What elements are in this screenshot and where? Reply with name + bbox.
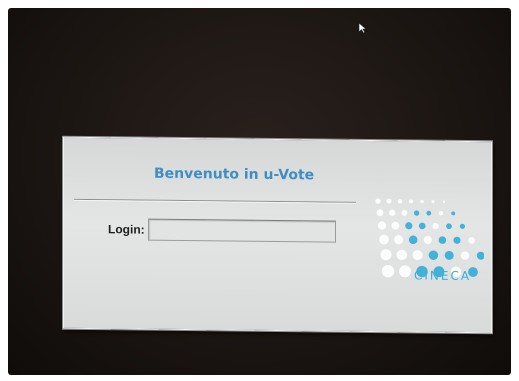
logo-dot xyxy=(468,237,475,244)
logo-dot xyxy=(451,211,456,216)
title-divider xyxy=(74,198,356,204)
logo-dot xyxy=(413,210,420,216)
logo-dot xyxy=(379,234,389,245)
logo-dot xyxy=(381,264,395,278)
logo-dot xyxy=(418,222,426,230)
logo-dot xyxy=(459,223,466,229)
logo-dot xyxy=(408,235,418,245)
logo-dot xyxy=(438,236,447,244)
logo-dot xyxy=(391,221,400,230)
login-label: Login: xyxy=(108,222,145,237)
logo-dot xyxy=(386,198,392,204)
logo-dot xyxy=(396,249,408,261)
welcome-title: Benvenuto in u-Vote xyxy=(154,165,315,184)
logo-dot xyxy=(442,200,446,203)
logo-dot xyxy=(376,209,384,217)
mouse-pointer-icon xyxy=(358,22,367,34)
logo-dot xyxy=(428,250,439,260)
logo-dot xyxy=(432,222,439,230)
logo-dot xyxy=(420,199,424,204)
logo-dot xyxy=(412,250,423,261)
logo-dot xyxy=(399,265,411,278)
login-dialog: Benvenuto in u-Vote Login: CINECA xyxy=(63,136,492,334)
logo-dot xyxy=(460,251,470,260)
logo-dot xyxy=(394,235,404,245)
logo-dot xyxy=(423,235,432,245)
logo-dot xyxy=(446,223,452,230)
logo-dot xyxy=(380,249,392,261)
login-input[interactable] xyxy=(148,218,336,243)
logo-dot xyxy=(426,210,432,216)
logo-dot xyxy=(397,199,403,204)
logo-dot xyxy=(431,200,435,204)
logo-dot xyxy=(438,211,444,216)
cineca-logo-text: CINECA xyxy=(414,268,472,284)
logo-dot xyxy=(405,222,413,230)
logo-dot xyxy=(444,250,454,260)
logo-dot xyxy=(389,209,396,216)
logo-dot xyxy=(453,236,461,244)
monitor-screen: Benvenuto in u-Vote Login: CINECA xyxy=(8,8,511,375)
logo-dot xyxy=(375,198,381,204)
logo-dot xyxy=(476,251,484,260)
logo-dot xyxy=(377,221,387,230)
logo-dot xyxy=(401,210,408,216)
logo-dot xyxy=(409,199,413,204)
